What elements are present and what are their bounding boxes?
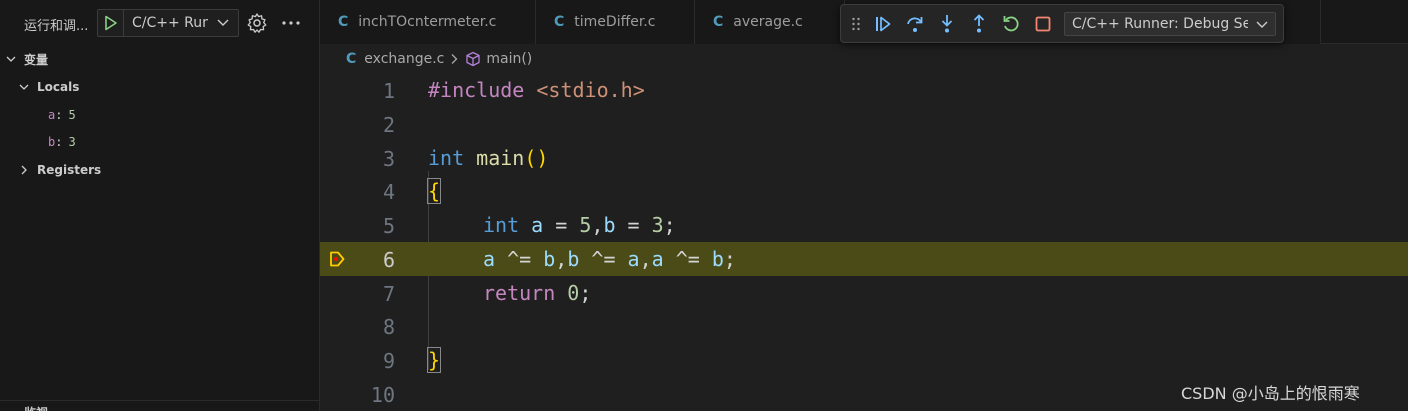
chevron-right-icon [449, 53, 459, 65]
variable-value: 5 [68, 108, 76, 122]
current-execution-line[interactable]: 6 a ^= b,b ^= a,a ^= b; [320, 242, 1408, 276]
step-over-icon [907, 17, 923, 32]
variable-separator: : [55, 135, 63, 149]
code-text: return 0; [483, 281, 592, 305]
tab-inchtocntermeter[interactable]: C inchTOcntermeter.c [320, 0, 536, 44]
vscode-window: 运行和调... C/C++ Run 变量 Locals a: 5 b: 3 … [0, 0, 1408, 411]
breadcrumb-symbol[interactable]: main() [486, 51, 532, 67]
line-number: 1 [382, 79, 395, 103]
code-line[interactable]: 5 int a = 5,b = 3; [320, 208, 1408, 242]
locals-scope[interactable]: Locals [0, 76, 320, 98]
code-text: } [426, 347, 442, 373]
matching-brace: } [426, 347, 442, 373]
stop-button[interactable] [1033, 14, 1053, 34]
restart-icon [1003, 16, 1019, 32]
variable-name: a [48, 108, 56, 122]
step-over-button[interactable] [905, 14, 925, 34]
line-number: 4 [382, 180, 395, 204]
line-number: 3 [382, 147, 395, 171]
c-file-icon: C [346, 51, 357, 67]
code-text: { [426, 178, 442, 204]
c-file-icon: C [713, 14, 724, 30]
tab-label: inchTOcntermeter.c [358, 14, 497, 30]
step-into-button[interactable] [937, 14, 957, 34]
debug-session-label: C/C++ Runner: Debug Session [1072, 16, 1248, 32]
code-editor[interactable]: 1 #include <stdio.h> 2 3 int main() 4 { … [320, 73, 1408, 411]
step-out-icon [973, 14, 985, 33]
code-text: int main() [428, 146, 549, 170]
code-line[interactable]: 2 [320, 107, 1408, 141]
code-text: int a = 5,b = 3; [483, 213, 676, 237]
variable-row[interactable]: b:3 [0, 131, 320, 153]
watch-section-header[interactable]: 监视 [0, 400, 320, 411]
variable-separator: : [55, 108, 63, 122]
continue-button[interactable] [873, 14, 893, 34]
restart-button[interactable] [1001, 14, 1021, 34]
line-number: 9 [382, 349, 395, 373]
more-actions-icon[interactable] [280, 12, 302, 34]
method-cube-icon [465, 51, 481, 67]
line-number: 6 [382, 248, 395, 272]
breadcrumb: C exchange.c main() [320, 45, 1408, 73]
debug-config-select[interactable]: C/C++ Run [97, 9, 239, 37]
line-number: 10 [370, 383, 395, 407]
code-text: #include <stdio.h> [428, 78, 645, 102]
registers-label: Registers [37, 163, 102, 177]
variable-name: b [48, 135, 56, 149]
chevron-down-icon [1256, 21, 1268, 28]
line-number: 2 [382, 113, 395, 137]
matching-brace: { [426, 178, 442, 204]
code-line[interactable]: 1 #include <stdio.h> [320, 73, 1408, 107]
watermark-text: CSDN @小岛上的恨雨寒 [1181, 384, 1360, 403]
breadcrumb-file[interactable]: exchange.c [364, 51, 444, 67]
variable-row[interactable]: a:5 [0, 104, 320, 126]
line-number: 8 [382, 315, 395, 339]
sidebar-header: 运行和调... C/C++ Run [0, 0, 320, 46]
code-line[interactable]: 3 int main() [320, 141, 1408, 175]
tab-timediffer[interactable]: C timeDiffer.c [536, 0, 695, 44]
gear-icon[interactable] [246, 12, 268, 34]
sidebar-title: 运行和调... [24, 19, 89, 34]
line-number: 7 [382, 282, 395, 306]
c-file-icon: C [338, 14, 349, 30]
debug-config-name: C/C++ Run [132, 15, 208, 31]
c-file-icon: C [554, 14, 565, 30]
stop-icon [1035, 16, 1051, 32]
chevron-down-icon [4, 52, 18, 66]
tab-label: average.c [733, 14, 803, 30]
code-line[interactable]: 9 } [320, 343, 1408, 377]
debug-session-select[interactable]: C/C++ Runner: Debug Session [1064, 12, 1276, 36]
step-out-button[interactable] [969, 14, 989, 34]
variables-section-header[interactable]: 变量 [0, 48, 320, 70]
play-icon [104, 15, 117, 31]
watch-section-label: 监视 [24, 404, 48, 411]
variables-section-label: 变量 [24, 52, 49, 67]
chevron-down-icon[interactable] [216, 15, 230, 29]
drag-handle-icon[interactable] [849, 14, 863, 34]
chevron-down-icon [17, 80, 31, 94]
chevron-right-icon [17, 163, 31, 177]
start-debugging-button[interactable] [98, 10, 124, 36]
step-into-icon [941, 15, 953, 33]
tab-average[interactable]: C average.c [695, 0, 845, 44]
registers-scope[interactable]: Registers [0, 159, 320, 181]
continue-icon [876, 16, 891, 32]
debug-toolbar: C/C++ Runner: Debug Session [840, 4, 1284, 43]
variable-value: 3 [68, 135, 76, 149]
locals-label: Locals [37, 80, 80, 94]
code-text: a ^= b,b ^= a,a ^= b; [483, 247, 736, 271]
tab-label: timeDiffer.c [574, 14, 656, 30]
code-line[interactable]: 7 return 0; [320, 276, 1408, 310]
run-debug-sidebar: 运行和调... C/C++ Run 变量 Locals a: 5 b: 3 … [0, 0, 320, 411]
code-line[interactable]: 4 { [320, 174, 1408, 208]
code-line[interactable]: 8 [320, 309, 1408, 343]
line-number: 5 [382, 214, 395, 238]
